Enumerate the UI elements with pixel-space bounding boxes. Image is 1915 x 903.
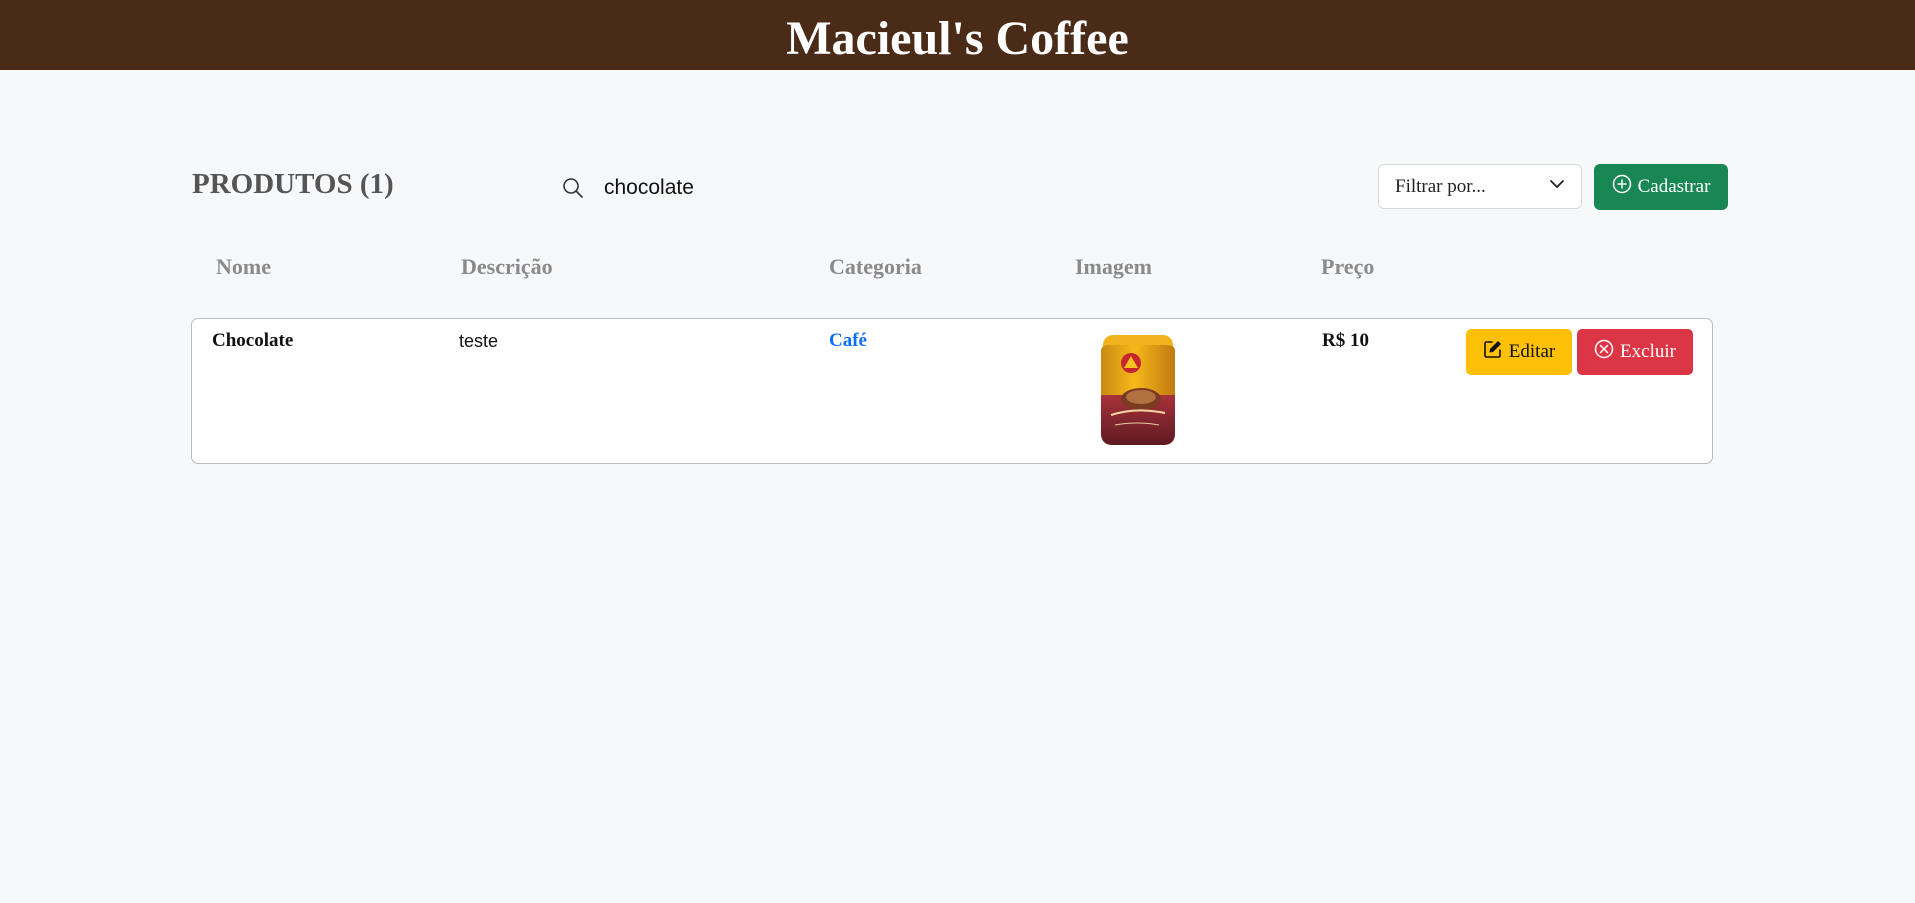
- edit-button[interactable]: Editar: [1466, 329, 1572, 375]
- search-icon[interactable]: [560, 175, 586, 201]
- page-title: PRODUTOS (1): [192, 168, 394, 200]
- delete-button[interactable]: Excluir: [1577, 329, 1693, 375]
- column-header-nome: Nome: [216, 254, 271, 279]
- search-bar: [560, 170, 980, 206]
- product-category[interactable]: Café: [829, 330, 867, 352]
- column-header-categoria: Categoria: [829, 254, 922, 279]
- product-description: teste: [459, 331, 499, 351]
- table-row: Chocolate teste Café R$ 10 Editar Exclui…: [191, 318, 1713, 464]
- app-title: Macieul's Coffee: [786, 11, 1129, 65]
- chevron-down-icon: [1549, 176, 1565, 198]
- edit-icon: [1483, 339, 1503, 365]
- edit-label: Editar: [1508, 341, 1556, 362]
- delete-label: Excluir: [1620, 341, 1676, 362]
- product-price: R$ 10: [1322, 330, 1369, 351]
- product-name: Chocolate: [212, 330, 294, 351]
- search-input[interactable]: [604, 176, 964, 200]
- column-header-preco: Preço: [1321, 254, 1375, 279]
- app-header: Macieul's Coffee: [0, 0, 1915, 70]
- plus-circle-icon: [1612, 174, 1632, 200]
- product-image: [1097, 333, 1179, 447]
- add-product-label: Cadastrar: [1637, 176, 1711, 197]
- add-product-button[interactable]: Cadastrar: [1594, 164, 1728, 210]
- filter-selected-value: Filtrar por...: [1395, 175, 1486, 197]
- close-circle-icon: [1594, 339, 1614, 365]
- filter-select[interactable]: Filtrar por...: [1378, 164, 1582, 209]
- column-header-descricao: Descrição: [461, 254, 553, 279]
- column-header-imagem: Imagem: [1075, 254, 1152, 279]
